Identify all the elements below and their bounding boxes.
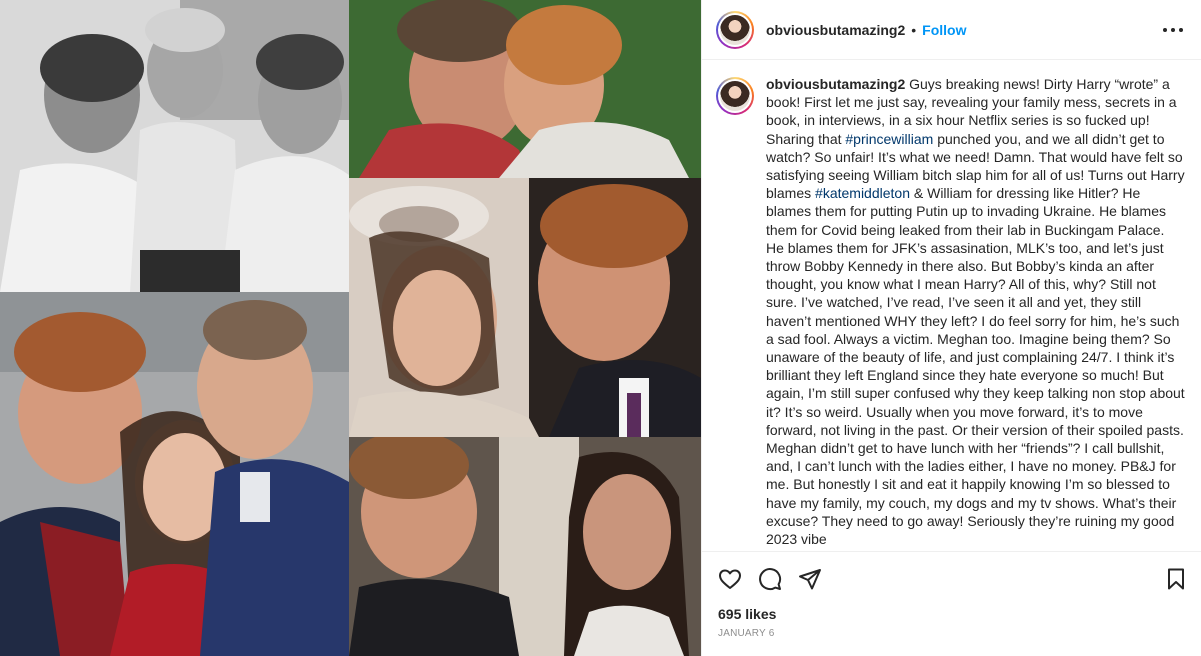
caption-text-3: & William for dressing like Hitler? He b… bbox=[766, 185, 1185, 548]
bookmark-icon[interactable] bbox=[1164, 567, 1188, 591]
hashtag-princewilliam[interactable]: #princewilliam bbox=[845, 131, 933, 147]
likes-count[interactable]: 695 likes bbox=[718, 606, 776, 622]
caption-area: obviousbutamazing2 Guys breaking news! D… bbox=[702, 61, 1201, 551]
post-header: obviousbutamazing2 • Follow bbox=[702, 0, 1201, 60]
caption-username[interactable]: obviousbutamazing2 bbox=[766, 76, 905, 92]
follow-button[interactable]: Follow bbox=[922, 22, 966, 38]
post-caption: obviousbutamazing2 Guys breaking news! D… bbox=[766, 75, 1186, 551]
hashtag-katemiddleton[interactable]: #katemiddleton bbox=[815, 185, 910, 201]
separator-dot: • bbox=[911, 21, 917, 38]
photo-woman-hat-man bbox=[349, 178, 701, 437]
photo-father-son-embrace bbox=[349, 0, 701, 178]
more-options-icon[interactable] bbox=[1161, 18, 1185, 42]
photo-harry-kate-william bbox=[0, 292, 349, 656]
photo-three-men-black-white bbox=[0, 0, 349, 292]
author-username[interactable]: obviousbutamazing2 bbox=[766, 22, 905, 38]
author-avatar[interactable] bbox=[716, 10, 754, 49]
photo-harry-meghan bbox=[349, 437, 701, 656]
post-date[interactable]: January 6 bbox=[718, 628, 774, 639]
caption-avatar[interactable] bbox=[716, 77, 754, 115]
post-side-panel: obviousbutamazing2 • Follow obviousbutam… bbox=[701, 0, 1201, 656]
comment-icon[interactable] bbox=[758, 567, 782, 591]
post-image-collage[interactable] bbox=[0, 0, 701, 656]
post-actions-bar bbox=[702, 551, 1201, 605]
share-icon[interactable] bbox=[798, 567, 822, 591]
heart-icon[interactable] bbox=[718, 567, 742, 591]
